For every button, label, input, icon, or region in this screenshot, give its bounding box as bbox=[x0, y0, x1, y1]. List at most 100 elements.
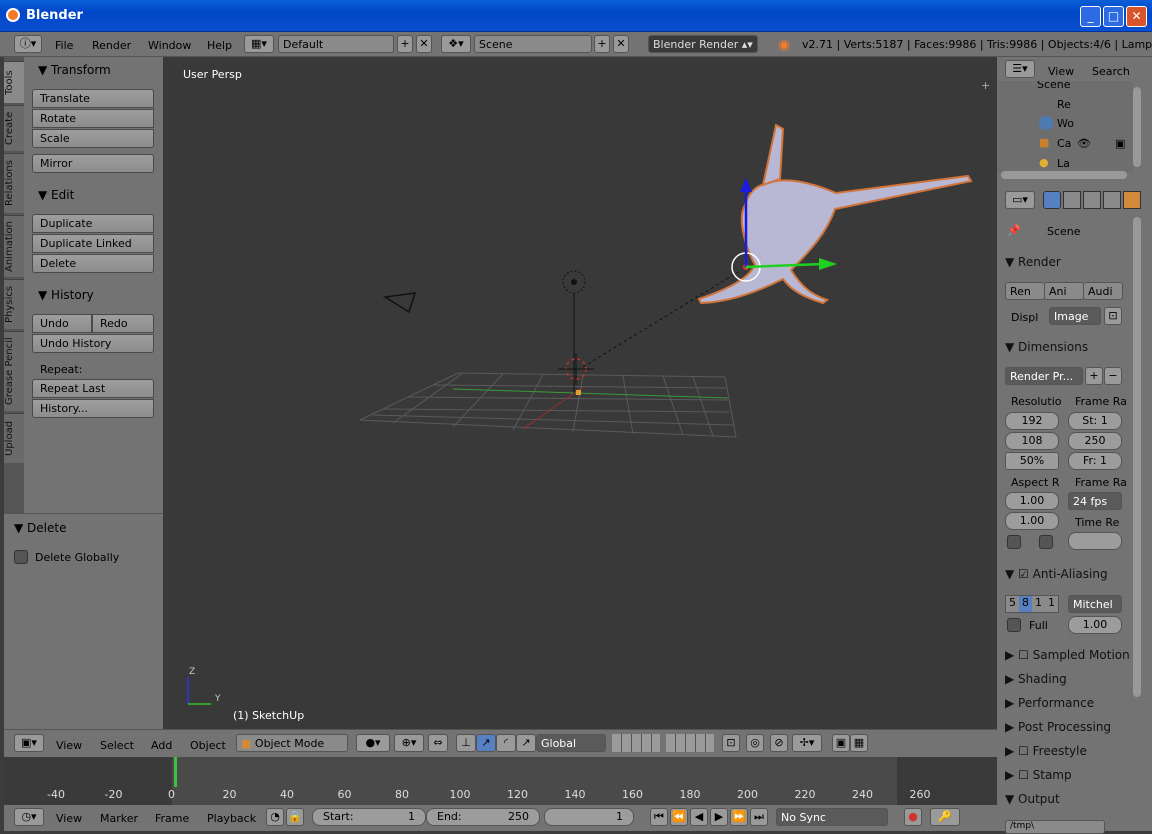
scale-manipulator-icon[interactable]: ◜ bbox=[496, 734, 516, 752]
duplicate-button[interactable]: Duplicate bbox=[32, 214, 154, 233]
render-image-button[interactable]: Ren bbox=[1005, 282, 1045, 300]
object-tab-icon[interactable] bbox=[1123, 191, 1141, 209]
scene-tab-icon[interactable] bbox=[1083, 191, 1101, 209]
tab-create[interactable]: Create bbox=[4, 105, 24, 151]
repeat-last-button[interactable]: Repeat Last bbox=[32, 379, 154, 398]
tab-grease-pencil[interactable]: Grease Pencil bbox=[4, 331, 24, 411]
scene-icon[interactable]: ❖▾ bbox=[441, 35, 471, 53]
close-button[interactable]: ✕ bbox=[1126, 6, 1147, 27]
render-audio-button[interactable]: Audi bbox=[1083, 282, 1123, 300]
scene-selector[interactable]: Scene bbox=[474, 35, 592, 53]
rotate-manipulator-icon[interactable]: ↗ bbox=[476, 734, 496, 752]
lock-icon[interactable]: ⊡ bbox=[1104, 307, 1122, 325]
world-tab-icon[interactable] bbox=[1103, 191, 1121, 209]
add-scene-icon[interactable]: + bbox=[594, 35, 610, 53]
end-frame-field[interactable]: End: 250 bbox=[426, 808, 540, 826]
mirror-button[interactable]: Mirror bbox=[32, 154, 154, 173]
current-frame-field[interactable]: 1 bbox=[544, 808, 634, 826]
aa-filter-selector[interactable]: Mitchel bbox=[1068, 595, 1122, 613]
edit-panel-title[interactable]: ▼ Edit bbox=[38, 188, 74, 202]
editor-type-icon[interactable]: ⓘ▾ bbox=[14, 35, 42, 53]
keying-set-icon[interactable]: 🔑 bbox=[930, 808, 960, 826]
maximize-button[interactable]: □ bbox=[1103, 6, 1124, 27]
render-engine-selector[interactable]: Blender Render ▴▾ bbox=[648, 35, 758, 53]
layer-buttons-1[interactable] bbox=[612, 734, 660, 752]
frame-menu[interactable]: Frame bbox=[155, 812, 189, 825]
frame-end-field[interactable]: 250 bbox=[1068, 432, 1122, 450]
outliner-scrollbar[interactable] bbox=[1133, 87, 1141, 167]
outliner-item-scene[interactable]: Scene bbox=[1037, 81, 1071, 91]
render-animation-button[interactable]: Ani bbox=[1044, 282, 1084, 300]
timeline-type-icon[interactable]: ◷▾ bbox=[14, 808, 44, 826]
border-checkbox[interactable] bbox=[1007, 535, 1021, 549]
outliner-hscroll[interactable] bbox=[1001, 171, 1127, 179]
aa-sample-5[interactable]: 5 bbox=[1006, 596, 1019, 612]
snap-icon[interactable]: ⊘ bbox=[770, 734, 788, 752]
minimize-button[interactable]: _ bbox=[1080, 6, 1101, 27]
freestyle-panel[interactable]: ▶ ☐ Freestyle bbox=[1005, 744, 1087, 758]
start-frame-field[interactable]: Start: 1 bbox=[312, 808, 426, 826]
outliner-item-lamp[interactable]: La bbox=[1057, 157, 1070, 170]
layout-selector[interactable]: Default bbox=[278, 35, 394, 53]
proportional-edit-icon[interactable]: ◎ bbox=[746, 734, 764, 752]
aa-samples[interactable]: 5 8 1 1 bbox=[1005, 595, 1059, 613]
translate-button[interactable]: Translate bbox=[32, 89, 154, 108]
full-sample-checkbox[interactable] bbox=[1007, 618, 1021, 632]
lock-layers-icon[interactable]: ⊡ bbox=[722, 734, 740, 752]
opengl-anim-icon[interactable]: ▦ bbox=[850, 734, 868, 752]
add-preset-icon[interactable]: + bbox=[1085, 367, 1103, 385]
remove-scene-icon[interactable]: ✕ bbox=[613, 35, 629, 53]
aspect-y-field[interactable]: 1.00 bbox=[1005, 512, 1059, 530]
layer-buttons-2[interactable] bbox=[666, 734, 714, 752]
delete-button[interactable]: Delete bbox=[32, 254, 154, 273]
menu-help[interactable]: Help bbox=[207, 39, 232, 52]
translate-manipulator-icon[interactable]: ⊥ bbox=[456, 734, 476, 752]
add-menu[interactable]: Add bbox=[151, 739, 172, 752]
dimensions-panel-title[interactable]: ▼ Dimensions bbox=[1005, 340, 1088, 354]
outliner-item-camera[interactable]: Ca bbox=[1057, 137, 1071, 150]
lock-range-icon[interactable]: 🔒 bbox=[286, 808, 304, 826]
jump-start-icon[interactable]: ⏮ bbox=[650, 808, 668, 826]
properties-type-icon[interactable]: ▭▾ bbox=[1005, 191, 1035, 209]
display-selector[interactable]: Image bbox=[1049, 307, 1101, 325]
time-remap-field[interactable] bbox=[1068, 532, 1122, 550]
snap-element-icon[interactable]: ✢▾ bbox=[792, 734, 822, 752]
redo-button[interactable]: Redo bbox=[92, 314, 154, 333]
jump-keyframe-forward-icon[interactable]: ⏩ bbox=[730, 808, 748, 826]
delete-globally-checkbox[interactable] bbox=[14, 550, 28, 564]
preview-range-icon[interactable]: ◔ bbox=[266, 808, 284, 826]
fps-selector[interactable]: 24 fps bbox=[1068, 492, 1122, 510]
aa-sample-11[interactable]: 1 bbox=[1032, 596, 1045, 612]
properties-scrollbar[interactable] bbox=[1133, 217, 1141, 697]
jump-end-icon[interactable]: ⏭ bbox=[750, 808, 768, 826]
duplicate-linked-button[interactable]: Duplicate Linked bbox=[32, 234, 154, 253]
frame-step-field[interactable]: Fr: 1 bbox=[1068, 452, 1122, 470]
render-panel-title[interactable]: ▼ Render bbox=[1005, 255, 1061, 269]
shading-selector-icon[interactable]: ●▾ bbox=[356, 734, 390, 752]
opengl-render-icon[interactable]: ▣ bbox=[832, 734, 850, 752]
view3d-type-icon[interactable]: ▣▾ bbox=[14, 734, 44, 752]
sync-selector[interactable]: No Sync bbox=[776, 808, 888, 826]
aa-sample-8[interactable]: 8 bbox=[1019, 596, 1032, 612]
viewport-expand-icon[interactable]: + bbox=[981, 79, 990, 92]
manipulator-toggle-icon[interactable]: ⇔ bbox=[428, 734, 448, 752]
play-icon[interactable]: ▶ bbox=[710, 808, 728, 826]
tab-physics[interactable]: Physics bbox=[4, 279, 24, 329]
jump-keyframe-back-icon[interactable]: ⏪ bbox=[670, 808, 688, 826]
timeline[interactable]: -40 -20 0 20 40 60 80 100 120 140 160 180 200 220 240 2… bbox=[4, 757, 997, 805]
output-panel[interactable]: ▼ Output bbox=[1005, 792, 1060, 806]
outliner-item-world[interactable]: Wo bbox=[1057, 117, 1074, 130]
aa-sample-16[interactable]: 1 bbox=[1045, 596, 1058, 612]
outliner-item-render[interactable]: Re bbox=[1057, 98, 1071, 111]
aspect-x-field[interactable]: 1.00 bbox=[1005, 492, 1059, 510]
history-button[interactable]: History... bbox=[32, 399, 154, 418]
transform-panel-title[interactable]: ▼ Transform bbox=[38, 63, 111, 77]
3d-viewport[interactable]: User Persp Z Y (1) SketchUp + bbox=[163, 57, 997, 729]
add-layout-icon[interactable]: + bbox=[397, 35, 413, 53]
scale-button[interactable]: Scale bbox=[32, 129, 154, 148]
performance-panel[interactable]: ▶ Performance bbox=[1005, 696, 1094, 710]
output-path-field[interactable]: /tmp\ bbox=[1005, 820, 1105, 834]
sampled-motion-panel[interactable]: ▶ ☐ Sampled Motion bbox=[1005, 648, 1130, 662]
operator-title[interactable]: ▼ Delete bbox=[14, 521, 66, 535]
timeline-view-menu[interactable]: View bbox=[56, 812, 82, 825]
